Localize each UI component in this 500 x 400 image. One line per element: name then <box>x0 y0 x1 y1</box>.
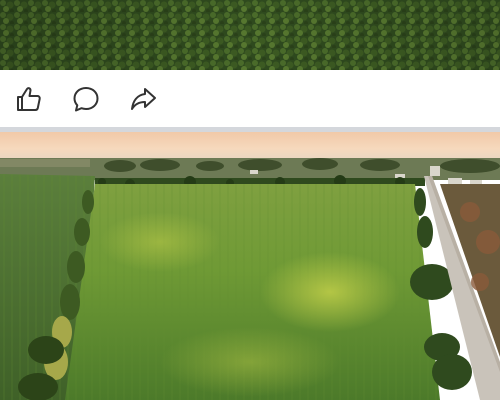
comment-button[interactable] <box>71 84 101 114</box>
forest-canopy-photo[interactable] <box>0 0 500 70</box>
speech-bubble-icon <box>73 86 99 111</box>
like-button[interactable] <box>14 84 44 114</box>
share-arrow-icon <box>131 87 156 110</box>
aerial-field-photo[interactable] <box>0 132 500 400</box>
aerial-field-image <box>0 132 500 400</box>
feed-screen <box>0 0 500 400</box>
forest-canopy-image <box>0 0 500 70</box>
post-action-bar <box>0 70 500 127</box>
share-button[interactable] <box>128 84 158 114</box>
thumbs-up-icon <box>17 86 41 111</box>
